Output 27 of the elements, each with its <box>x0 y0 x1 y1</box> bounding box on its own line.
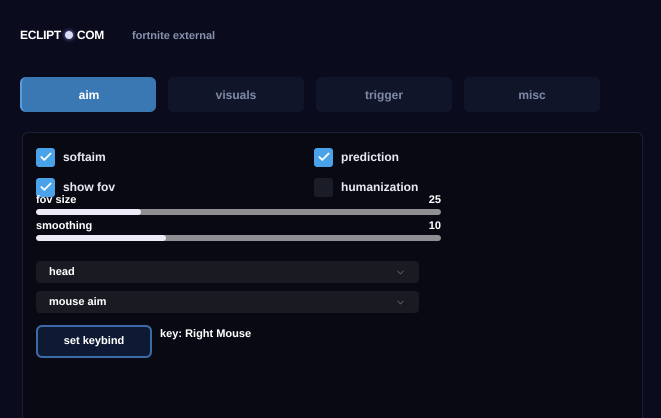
checkbox-label: show fov <box>63 179 116 195</box>
checkbox-label: softaim <box>63 149 106 166</box>
check-icon <box>316 150 330 164</box>
tab[interactable]: trigger <box>316 77 452 112</box>
slider-value: 10 <box>428 220 441 233</box>
dropdown[interactable]: head <box>36 261 419 283</box>
slider-fill[interactable] <box>36 235 166 241</box>
checkbox[interactable] <box>36 148 55 166</box>
keybind-text: key: Right Mouse <box>160 327 252 342</box>
check-icon <box>38 180 52 194</box>
slider-fill[interactable] <box>36 209 142 215</box>
subtitle: fortnite external <box>132 28 216 44</box>
tab[interactable]: visuals <box>168 77 304 112</box>
tab[interactable]: misc <box>464 77 600 112</box>
tab[interactable]: aim <box>20 77 156 112</box>
checkbox-label: humanization <box>341 179 418 196</box>
dropdown[interactable]: mouse aim <box>36 291 419 313</box>
check-icon <box>38 150 52 164</box>
keybind-button[interactable]: set keybind <box>36 325 152 358</box>
slider-label: smoothing <box>36 220 92 233</box>
checkbox-label: prediction <box>341 149 400 166</box>
slider-label: fov size <box>36 194 76 207</box>
slider-value: 25 <box>428 194 441 207</box>
checkbox[interactable] <box>314 148 333 166</box>
brand-name: COM <box>76 27 104 44</box>
brand-name: ECLIPT <box>20 27 61 44</box>
checkbox[interactable] <box>36 178 55 196</box>
